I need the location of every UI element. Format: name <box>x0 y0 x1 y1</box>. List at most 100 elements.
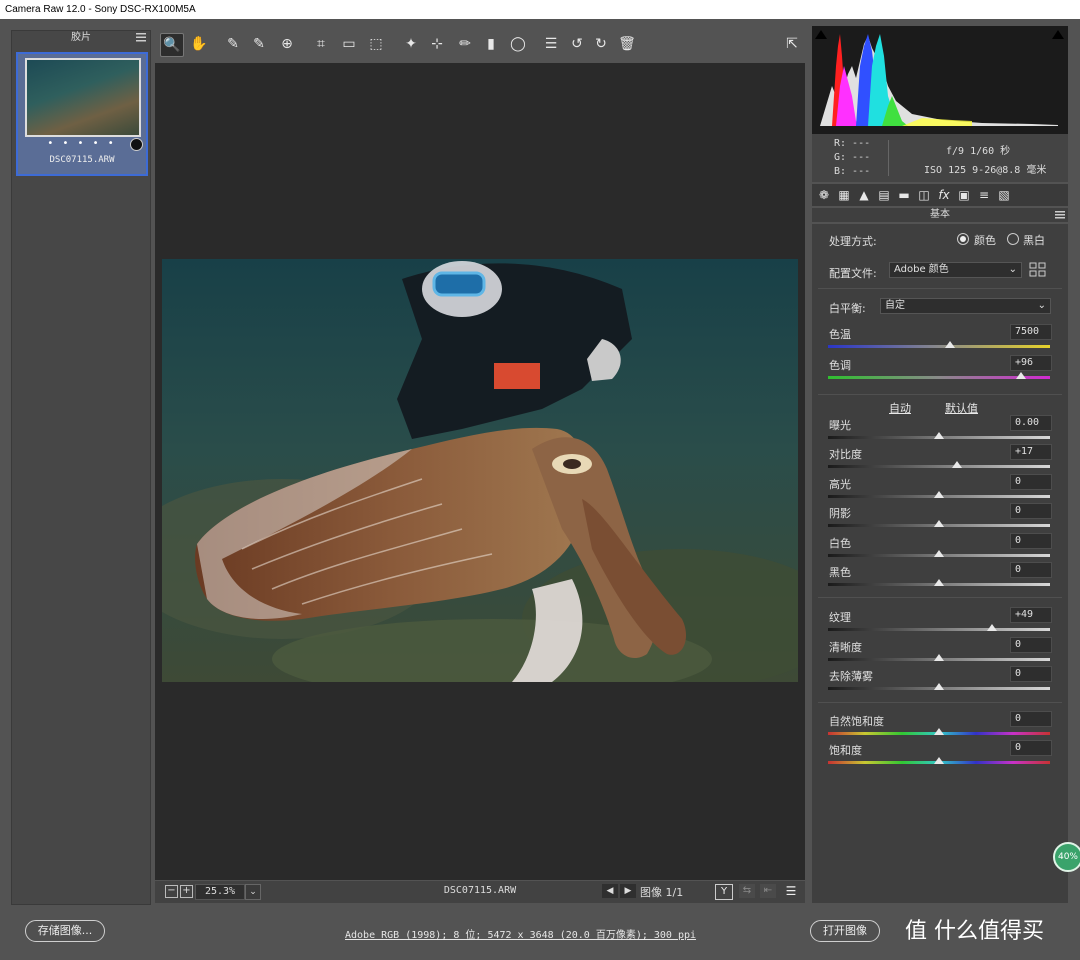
tab-camera-calibration-icon[interactable]: ▣ <box>956 187 972 203</box>
straighten-tool-icon[interactable]: ▭ <box>338 33 360 55</box>
filmstrip-menu-icon[interactable] <box>136 33 146 42</box>
slider-thumb[interactable] <box>934 728 944 735</box>
color-sampler-tool-icon[interactable]: ✎ <box>248 33 270 55</box>
fullscreen-icon[interactable]: ⇱ <box>781 33 803 55</box>
panel-menu-icon[interactable] <box>1055 211 1065 219</box>
tab-split-toning-icon[interactable]: ▬ <box>896 187 912 203</box>
zoom-out-button[interactable]: − <box>165 885 178 898</box>
tab-presets-icon[interactable]: ≡ <box>976 187 992 203</box>
tab-detail-icon[interactable]: ▲ <box>856 187 872 203</box>
slider-label: 色调 <box>829 359 851 372</box>
hand-tool-icon[interactable]: ✋ <box>188 33 210 55</box>
slider-track[interactable] <box>828 465 1050 468</box>
delete-icon[interactable]: 🗑 <box>616 33 638 55</box>
slider-value-field[interactable]: 7500 <box>1010 324 1052 340</box>
thumbnail-image <box>25 58 141 137</box>
color-radio[interactable] <box>957 233 969 245</box>
slider-thumb[interactable] <box>987 624 998 631</box>
rotate-left-icon[interactable]: ↺ <box>566 33 588 55</box>
zoom-level[interactable]: 25.3% <box>195 884 245 900</box>
slider-value-field[interactable]: 0 <box>1010 562 1052 578</box>
open-image-button[interactable]: 打开图像 <box>810 920 880 942</box>
preview-settings-icon[interactable]: ☰ <box>783 884 799 898</box>
transform-tool-icon[interactable]: ⬚ <box>365 33 387 55</box>
white-balance-tool-icon[interactable]: ✎ <box>222 33 244 55</box>
adjustment-brush-icon[interactable]: ✏ <box>454 33 476 55</box>
slider-value-field[interactable]: 0 <box>1010 740 1052 756</box>
readout-panel: R: --- G: --- B: --- f/9 1/60 秒 ISO 125 … <box>812 134 1068 182</box>
prev-image-icon[interactable]: ◀ <box>602 884 618 898</box>
process-label: 处理方式: <box>829 235 877 248</box>
workflow-options-link[interactable]: Adobe RGB (1998); 8 位; 5472 x 3648 (20.0… <box>345 926 696 941</box>
default-link[interactable]: 默认值 <box>945 400 978 416</box>
slider-track[interactable] <box>828 628 1050 631</box>
slider-thumb[interactable] <box>934 683 944 690</box>
targeted-adjustment-tool-icon[interactable]: ⊕ <box>276 33 298 55</box>
slider-thumb[interactable] <box>934 491 944 498</box>
thumbnail-filename: DSC07115.ARW <box>49 155 115 165</box>
slider-thumb[interactable] <box>951 461 962 468</box>
slider-value-field[interactable]: 0 <box>1010 503 1052 519</box>
slider-value-field[interactable]: +49 <box>1010 607 1052 623</box>
filmstrip-thumbnail[interactable]: • • • • • DSC07115.ARW <box>16 52 148 176</box>
slider-value-field[interactable]: 0 <box>1010 711 1052 727</box>
bw-option-label: 黑白 <box>1023 234 1045 247</box>
slider-thumb[interactable] <box>934 757 944 764</box>
tab-snapshots-icon[interactable]: ▧ <box>996 187 1012 203</box>
slider-thumb[interactable] <box>934 550 944 557</box>
copy-settings-icon[interactable]: ⇤ <box>760 884 776 898</box>
tab-basic-icon[interactable]: ❁ <box>816 187 832 203</box>
filmstrip-panel: 胶片 • • • • • DSC07115.ARW <box>11 30 151 905</box>
profile-chevron-icon: ⌄ <box>1008 264 1017 275</box>
slider-value-field[interactable]: +17 <box>1010 444 1052 460</box>
slider-track[interactable] <box>828 345 1050 348</box>
zoom-tool-icon[interactable]: 🔍 <box>160 33 184 57</box>
save-image-button[interactable]: 存储图像... <box>25 920 105 942</box>
thumbnail-rating[interactable]: • • • • • <box>18 138 146 149</box>
slider-value-field[interactable]: 0.00 <box>1010 415 1052 431</box>
red-eye-tool-icon[interactable]: ⊹ <box>426 33 448 55</box>
shadow-clipping-icon[interactable] <box>815 30 827 39</box>
filmstrip-title: 胶片 <box>71 32 91 43</box>
readout-iso: ISO 125 9-26@8.8 毫米 <box>924 165 1047 176</box>
slider-thumb[interactable] <box>1016 372 1027 379</box>
cuttlefish-photo <box>162 259 798 682</box>
next-image-icon[interactable]: ▶ <box>620 884 636 898</box>
tab-hsl-icon[interactable]: ▤ <box>876 187 892 203</box>
rotate-right-icon[interactable]: ↻ <box>590 33 612 55</box>
zoom-in-button[interactable]: + <box>180 885 193 898</box>
profile-browser-icon[interactable] <box>1029 262 1047 278</box>
graduated-filter-icon[interactable]: ▮ <box>480 33 502 55</box>
auto-link[interactable]: 自动 <box>889 400 911 416</box>
slider-value-field[interactable]: 0 <box>1010 666 1052 682</box>
tab-tone-curve-icon[interactable]: ▦ <box>836 187 852 203</box>
slider-value-field[interactable]: 0 <box>1010 533 1052 549</box>
wb-dropdown[interactable]: 自定 ⌄ <box>880 298 1051 314</box>
histogram <box>812 26 1068 134</box>
slider-value-field[interactable]: +96 <box>1010 355 1052 371</box>
preview-image[interactable] <box>162 259 798 682</box>
before-after-toggle-icon[interactable]: Y <box>715 884 733 900</box>
spot-removal-tool-icon[interactable]: ✦ <box>400 33 422 55</box>
profile-dropdown[interactable]: Adobe 颜色 ⌄ <box>889 262 1022 278</box>
slider-value-field[interactable]: 0 <box>1010 637 1052 653</box>
swap-settings-icon[interactable]: ⇆ <box>739 884 755 898</box>
bw-radio[interactable] <box>1007 233 1019 245</box>
slider-thumb[interactable] <box>934 432 944 439</box>
radial-filter-icon[interactable]: ◯ <box>507 33 529 55</box>
slider-thumb[interactable] <box>945 341 956 348</box>
crop-tool-icon[interactable]: ⌗ <box>310 33 332 55</box>
slider-thumb[interactable] <box>934 654 944 661</box>
slider-label: 曝光 <box>829 419 851 432</box>
tab-effects-icon[interactable]: fx <box>936 187 952 203</box>
preferences-icon[interactable]: ☰ <box>540 33 562 55</box>
basic-panel: 处理方式: 颜色 黑白 配置文件: Adobe 颜色 ⌄ 白平衡: 自定 ⌄ 自动 … <box>812 224 1068 903</box>
highlight-clipping-icon[interactable] <box>1052 30 1064 39</box>
tab-lens-icon[interactable]: ◫ <box>916 187 932 203</box>
slider-value-field[interactable]: 0 <box>1010 474 1052 490</box>
slider-thumb[interactable] <box>934 579 944 586</box>
slider-label: 色温 <box>829 328 851 341</box>
slider-thumb[interactable] <box>934 520 944 527</box>
zoom-dropdown-icon[interactable]: ⌄ <box>245 884 261 900</box>
separator <box>818 394 1062 395</box>
